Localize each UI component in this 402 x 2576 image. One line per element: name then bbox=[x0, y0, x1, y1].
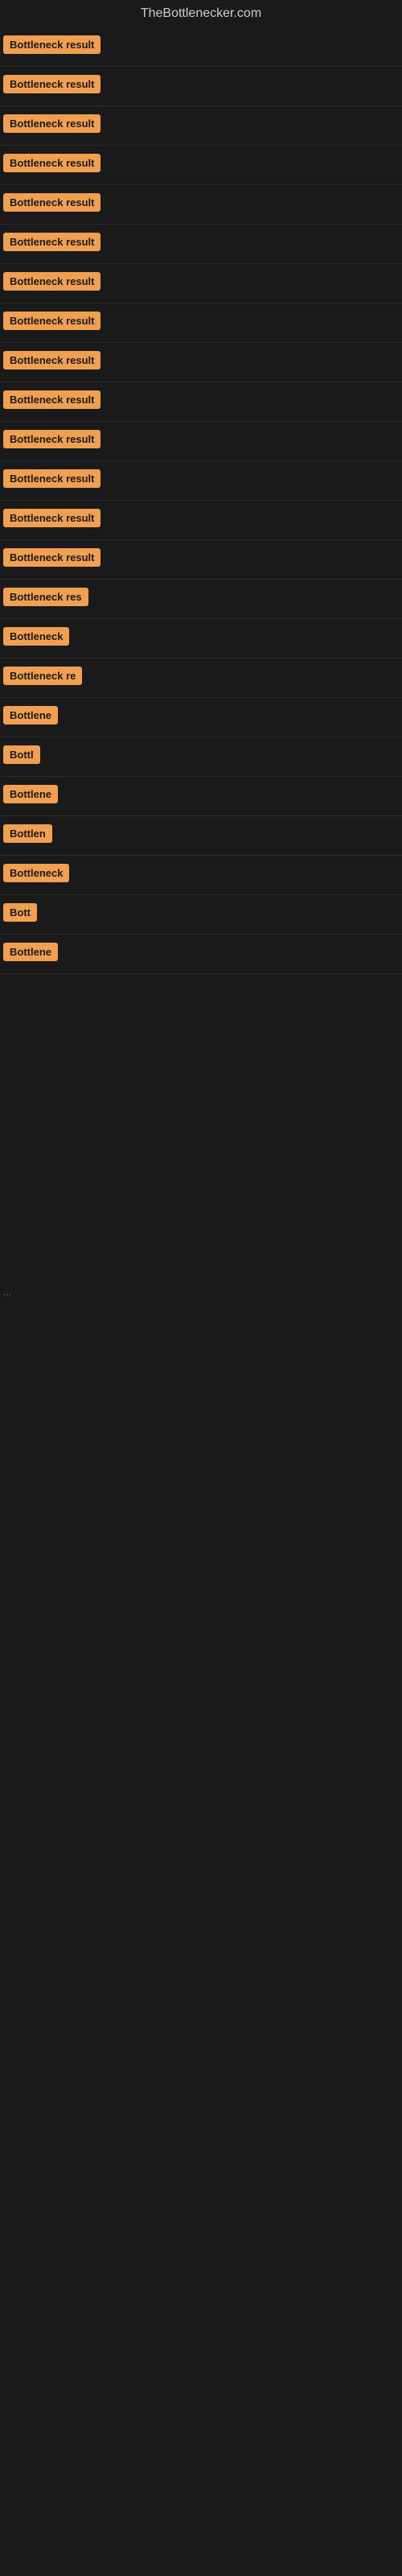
bottleneck-badge-17[interactable]: Bottleneck re bbox=[3, 667, 82, 685]
bottleneck-badge-7[interactable]: Bottleneck result bbox=[3, 272, 100, 291]
result-row-14: Bottleneck result bbox=[0, 540, 402, 580]
result-row-16: Bottleneck bbox=[0, 619, 402, 658]
site-title: TheBottlenecker.com bbox=[0, 0, 402, 27]
result-row-18: Bottlene bbox=[0, 698, 402, 737]
result-row-15: Bottleneck res bbox=[0, 580, 402, 619]
result-row-22: Bottleneck bbox=[0, 856, 402, 895]
result-row-3: Bottleneck result bbox=[0, 106, 402, 146]
result-row-9: Bottleneck result bbox=[0, 343, 402, 382]
bottleneck-badge-3[interactable]: Bottleneck result bbox=[3, 114, 100, 133]
result-row-13: Bottleneck result bbox=[0, 501, 402, 540]
result-row-5: Bottleneck result bbox=[0, 185, 402, 225]
bottleneck-badge-23[interactable]: Bott bbox=[3, 903, 37, 922]
result-row-1: Bottleneck result bbox=[0, 27, 402, 67]
result-row-11: Bottleneck result bbox=[0, 422, 402, 461]
bottleneck-badge-12[interactable]: Bottleneck result bbox=[3, 469, 100, 488]
bottleneck-badge-4[interactable]: Bottleneck result bbox=[3, 154, 100, 172]
bottleneck-badge-18[interactable]: Bottlene bbox=[3, 706, 58, 724]
bottleneck-badge-5[interactable]: Bottleneck result bbox=[3, 193, 100, 212]
result-row-20: Bottlene bbox=[0, 777, 402, 816]
result-row-10: Bottleneck result bbox=[0, 382, 402, 422]
bottleneck-badge-14[interactable]: Bottleneck result bbox=[3, 548, 100, 567]
result-row-8: Bottleneck result bbox=[0, 303, 402, 343]
bottleneck-badge-1[interactable]: Bottleneck result bbox=[3, 35, 100, 54]
bottleneck-badge-9[interactable]: Bottleneck result bbox=[3, 351, 100, 369]
bottleneck-badge-6[interactable]: Bottleneck result bbox=[3, 233, 100, 251]
bottleneck-badge-13[interactable]: Bottleneck result bbox=[3, 509, 100, 527]
result-row-19: Bottl bbox=[0, 737, 402, 777]
bottleneck-badge-10[interactable]: Bottleneck result bbox=[3, 390, 100, 409]
bottleneck-badge-15[interactable]: Bottleneck res bbox=[3, 588, 88, 606]
bottleneck-badge-24[interactable]: Bottlene bbox=[3, 943, 58, 961]
bottleneck-badge-19[interactable]: Bottl bbox=[3, 745, 40, 764]
result-row-17: Bottleneck re bbox=[0, 658, 402, 698]
result-row-24: Bottlene bbox=[0, 935, 402, 974]
bottleneck-badge-20[interactable]: Bottlene bbox=[3, 785, 58, 803]
result-row-6: Bottleneck result bbox=[0, 225, 402, 264]
results-container: Bottleneck result Bottleneck result Bottle… bbox=[0, 27, 402, 974]
bottleneck-badge-16[interactable]: Bottleneck bbox=[3, 627, 69, 646]
result-row-12: Bottleneck result bbox=[0, 461, 402, 501]
bottleneck-badge-21[interactable]: Bottlen bbox=[3, 824, 52, 843]
bottleneck-badge-22[interactable]: Bottleneck bbox=[3, 864, 69, 882]
result-row-21: Bottlen bbox=[0, 816, 402, 856]
bottleneck-badge-2[interactable]: Bottleneck result bbox=[3, 75, 100, 93]
result-row-2: Bottleneck result bbox=[0, 67, 402, 106]
result-row-23: Bott bbox=[0, 895, 402, 935]
bottleneck-badge-11[interactable]: Bottleneck result bbox=[3, 430, 100, 448]
bottleneck-badge-8[interactable]: Bottleneck result bbox=[3, 312, 100, 330]
result-row-4: Bottleneck result bbox=[0, 146, 402, 185]
ellipsis-indicator: ... bbox=[0, 1280, 402, 1304]
result-row-7: Bottleneck result bbox=[0, 264, 402, 303]
